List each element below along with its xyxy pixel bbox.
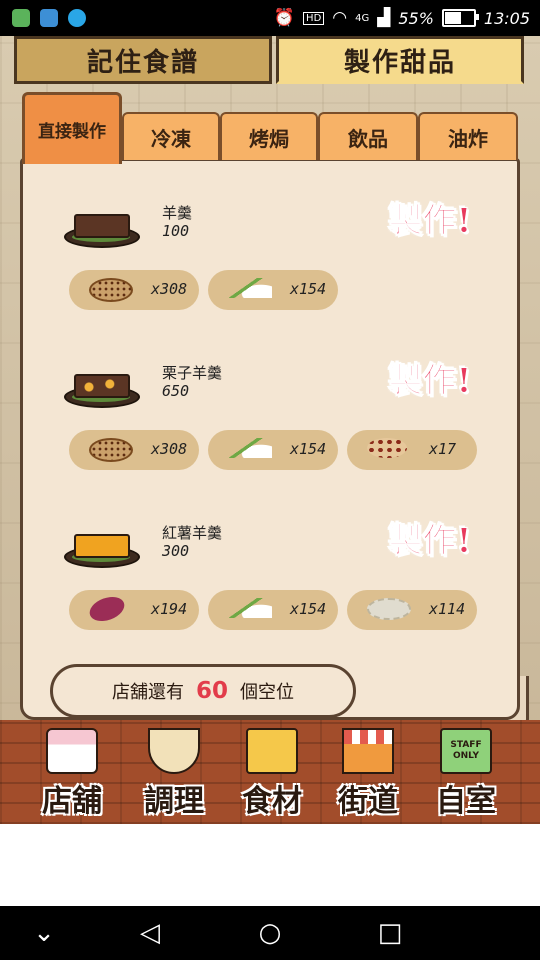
back-button-icon[interactable]: ◁ xyxy=(130,914,170,952)
yokan-dish-icon xyxy=(64,198,140,248)
tab-baked[interactable]: 烤焗 xyxy=(220,112,318,160)
ingredient-chip: x194 xyxy=(69,590,199,630)
ingredient-chip: x154 xyxy=(208,430,338,470)
ingredient-count: x308 xyxy=(151,280,188,298)
tab-fried[interactable]: 油炸 xyxy=(418,112,518,160)
wifi-icon: ◠ xyxy=(332,8,348,28)
ingredient-count: x154 xyxy=(290,440,327,458)
mixing-bowl-icon xyxy=(148,728,200,774)
system-nav-bar: ⌄ ◁ ○ □ xyxy=(0,906,540,960)
recipe-row: 羊羹 100 製作! x308 x154 xyxy=(0,192,540,332)
recipe-row: 紅薯羊羹 300 製作! x194 x154 x114 xyxy=(0,512,540,652)
make-button[interactable]: 製作! xyxy=(378,192,482,242)
sign-text-staff: STAFF xyxy=(450,740,482,750)
chestnut-beans-icon xyxy=(367,438,413,462)
blank-area xyxy=(0,824,540,906)
nav-room-label: 自室 xyxy=(436,784,496,819)
sweet-potato-yokan-dish-icon xyxy=(64,518,140,568)
mail-app-icon xyxy=(40,9,58,27)
tab-frozen[interactable]: 冷凍 xyxy=(122,112,220,160)
nav-cooking[interactable]: 調理 xyxy=(124,720,224,824)
alarm-icon: ⏰ xyxy=(273,8,296,28)
recents-button-icon[interactable]: □ xyxy=(370,914,410,952)
home-button-icon[interactable]: ○ xyxy=(250,914,290,952)
nav-ingredients-label: 食材 xyxy=(242,784,302,819)
ingredient-chip: x154 xyxy=(208,270,338,310)
red-bean-seeds-icon xyxy=(89,438,135,462)
rice-cake-icon xyxy=(367,598,413,622)
seats-prefix: 店舖還有 xyxy=(111,682,184,703)
empty-seats-counter: 店舖還有 60 個空位 xyxy=(50,664,356,718)
grass-and-sugar-icon xyxy=(228,598,274,622)
ingredient-count: x114 xyxy=(429,600,466,618)
recipe-name: 栗子羊羹 xyxy=(162,364,223,382)
chat-app-icon xyxy=(12,9,30,27)
sweet-potato-icon xyxy=(86,592,135,626)
network-label: 4G xyxy=(355,12,370,24)
nav-shop-label: 店舖 xyxy=(42,784,102,819)
ingredient-chip: x308 xyxy=(69,430,199,470)
status-bar: ⏰ HD ◠ 4G ▟ 55% 13:05 xyxy=(0,0,540,36)
ingredient-count: x154 xyxy=(290,600,327,618)
collapse-nav-icon[interactable]: ⌄ xyxy=(24,914,64,952)
ingredient-chip: x308 xyxy=(69,270,199,310)
ingredient-bag-icon xyxy=(246,728,298,774)
ingredient-chip: x114 xyxy=(347,590,477,630)
ingredient-chip: x17 xyxy=(347,430,477,470)
battery-icon xyxy=(441,9,479,27)
recipe-row: 栗子羊羹 650 製作! x308 x154 x17 xyxy=(0,352,540,492)
make-button[interactable]: 製作! xyxy=(378,512,482,562)
nav-shop[interactable]: 店舖 xyxy=(22,720,122,824)
grass-and-sugar-icon xyxy=(228,438,274,462)
ingredient-count: x17 xyxy=(429,440,457,458)
ingredient-chip: x154 xyxy=(208,590,338,630)
notification-icons xyxy=(12,9,86,27)
game-screen: 記住食譜 製作甜品 直接製作 冷凍 烤焗 飲品 油炸 羊羹 100 製作! x3… xyxy=(0,36,540,824)
message-app-icon xyxy=(68,9,86,27)
hd-label: HD xyxy=(303,11,325,25)
tab-direct-make[interactable]: 直接製作 xyxy=(22,92,122,164)
ingredient-count: x308 xyxy=(151,440,188,458)
nav-room[interactable]: STAFF ONLY 自室 xyxy=(416,720,516,824)
staff-only-sign-icon: STAFF ONLY xyxy=(440,728,492,774)
battery-percent: 55% xyxy=(398,8,434,28)
cake-icon xyxy=(46,728,98,774)
nav-ingredients[interactable]: 食材 xyxy=(222,720,322,824)
tab-drinks[interactable]: 飲品 xyxy=(318,112,418,160)
yokan-cake xyxy=(74,214,130,238)
chestnut-yokan-cake xyxy=(74,374,130,398)
sign-text-only: ONLY xyxy=(452,751,480,761)
status-indicators: ⏰ HD ◠ 4G ▟ 55% 13:05 xyxy=(274,8,530,28)
ingredient-count: x154 xyxy=(290,280,327,298)
make-button[interactable]: 製作! xyxy=(378,352,482,402)
chestnut-yokan-dish-icon xyxy=(64,358,140,408)
tab-make-sweets[interactable]: 製作甜品 xyxy=(276,36,524,84)
game-bottom-nav: 店舖 調理 食材 街道 STAFF ONLY 自室 xyxy=(0,720,540,824)
recipe-name: 紅薯羊羹 xyxy=(162,524,223,542)
nav-street[interactable]: 街道 xyxy=(318,720,418,824)
recipe-price: 300 xyxy=(162,542,190,560)
clock: 13:05 xyxy=(483,8,530,28)
battery-fill xyxy=(444,12,462,24)
nav-cooking-label: 調理 xyxy=(144,784,204,819)
seats-suffix: 個空位 xyxy=(240,682,294,703)
recipe-price: 100 xyxy=(162,222,190,240)
nav-street-label: 街道 xyxy=(338,784,398,819)
red-bean-seeds-icon xyxy=(89,278,135,302)
shop-street-icon xyxy=(342,728,394,774)
seats-count: 60 xyxy=(195,678,228,704)
sweet-potato-yokan-cake xyxy=(74,534,130,558)
signal-icon: ▟ xyxy=(377,8,391,28)
recipe-name: 羊羹 xyxy=(162,204,193,222)
tab-recipes[interactable]: 記住食譜 xyxy=(14,36,272,84)
recipe-price: 650 xyxy=(162,382,190,400)
grass-and-sugar-icon xyxy=(228,278,274,302)
ingredient-count: x194 xyxy=(151,600,188,618)
